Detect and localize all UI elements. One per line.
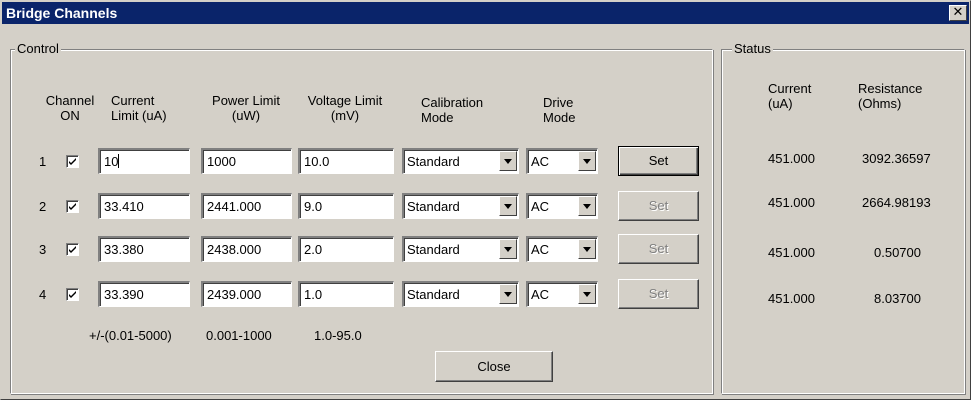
- status-header-resistance: Resistance (Ohms): [858, 81, 923, 111]
- power-limit-input[interactable]: 2439.000: [201, 281, 292, 307]
- header-drive-mode: Drive Mode: [543, 95, 576, 125]
- voltage-limit-input[interactable]: 1.0: [298, 281, 394, 307]
- checkmark-icon: [69, 246, 76, 253]
- voltage-range-hint: 1.0-95.0: [314, 328, 362, 343]
- set-button[interactable]: Set: [618, 146, 699, 176]
- status-current-value: 451.000: [768, 245, 815, 260]
- chevron-down-icon: [504, 159, 512, 164]
- current-range-hint: +/-(0.01-5000): [89, 328, 172, 343]
- calibration-mode-value: Standard: [407, 154, 460, 169]
- chevron-down-icon: [583, 204, 591, 209]
- status-resistance-value: 8.03700: [874, 291, 921, 306]
- power-limit-input[interactable]: 1000: [201, 148, 292, 174]
- current-limit-input[interactable]: 33.410: [98, 193, 190, 219]
- header-channel-on: Channel ON: [45, 93, 95, 123]
- channel-on-checkbox[interactable]: [66, 155, 79, 168]
- calibration-mode-value: Standard: [407, 287, 460, 302]
- header-voltage-limit: Voltage Limit (mV): [307, 93, 383, 123]
- drive-mode-value: AC: [531, 154, 550, 169]
- header-power-limit: Power Limit (uW): [212, 93, 280, 123]
- control-group-label: Control: [15, 41, 61, 56]
- close-icon: ✕: [952, 5, 964, 20]
- title-bar[interactable]: Bridge Channels ✕: [2, 2, 969, 24]
- status-header-current: Current (uA): [768, 81, 812, 111]
- voltage-limit-input[interactable]: 9.0: [298, 193, 394, 219]
- checkmark-icon: [69, 203, 76, 210]
- set-button[interactable]: Set: [618, 234, 699, 264]
- power-range-hint: 0.001-1000: [206, 328, 272, 343]
- chevron-down-icon: [583, 159, 591, 164]
- text-cursor: [118, 154, 120, 168]
- chevron-down-icon: [504, 247, 512, 252]
- close-window-button[interactable]: ✕: [949, 5, 967, 21]
- channel-number: 1: [39, 154, 47, 169]
- drive-mode-value: AC: [531, 287, 550, 302]
- calibration-mode-select[interactable]: Standard: [402, 193, 519, 219]
- power-limit-input[interactable]: 2441.000: [201, 193, 292, 219]
- status-current-value: 451.000: [768, 291, 815, 306]
- header-calibration-mode: Calibration Mode: [421, 95, 484, 125]
- drive-mode-select[interactable]: AC: [526, 281, 598, 307]
- current-limit-input[interactable]: 33.380: [98, 236, 190, 262]
- drive-mode-select[interactable]: AC: [526, 193, 598, 219]
- dropdown-button[interactable]: [499, 284, 517, 304]
- voltage-limit-input[interactable]: 2.0: [298, 236, 394, 262]
- dropdown-button[interactable]: [499, 196, 517, 216]
- channel-number: 2: [39, 199, 47, 214]
- status-group: Status: [721, 41, 965, 394]
- calibration-mode-select[interactable]: Standard: [402, 236, 519, 262]
- drive-mode-select[interactable]: AC: [526, 148, 598, 174]
- dropdown-button[interactable]: [578, 151, 596, 171]
- drive-mode-select[interactable]: AC: [526, 236, 598, 262]
- checkmark-icon: [69, 158, 76, 165]
- current-limit-input[interactable]: 10: [98, 148, 190, 174]
- calibration-mode-value: Standard: [407, 199, 460, 214]
- drive-mode-value: AC: [531, 199, 550, 214]
- window-title: Bridge Channels: [6, 5, 118, 21]
- status-resistance-value: 3092.36597: [862, 151, 931, 166]
- dropdown-button[interactable]: [578, 239, 596, 259]
- dropdown-button[interactable]: [578, 284, 596, 304]
- drive-mode-value: AC: [531, 242, 550, 257]
- chevron-down-icon: [583, 292, 591, 297]
- chevron-down-icon: [504, 292, 512, 297]
- calibration-mode-value: Standard: [407, 242, 460, 257]
- close-button[interactable]: Close: [435, 351, 553, 382]
- channel-number: 3: [39, 242, 47, 257]
- calibration-mode-select[interactable]: Standard: [402, 281, 519, 307]
- status-current-value: 451.000: [768, 151, 815, 166]
- dropdown-button[interactable]: [578, 196, 596, 216]
- status-resistance-value: 0.50700: [874, 245, 921, 260]
- channel-on-checkbox[interactable]: [66, 288, 79, 301]
- header-current-limit: Current Limit (uA): [111, 93, 167, 123]
- set-button[interactable]: Set: [618, 191, 699, 221]
- voltage-limit-input[interactable]: 10.0: [298, 148, 394, 174]
- power-limit-input[interactable]: 2438.000: [201, 236, 292, 262]
- channel-number: 4: [39, 287, 47, 302]
- status-group-label: Status: [732, 41, 773, 56]
- chevron-down-icon: [583, 247, 591, 252]
- set-button[interactable]: Set: [618, 279, 699, 309]
- chevron-down-icon: [504, 204, 512, 209]
- checkmark-icon: [69, 291, 76, 298]
- dropdown-button[interactable]: [499, 239, 517, 259]
- bridge-channels-dialog: Bridge Channels ✕ Control Channel ON Cur…: [0, 0, 971, 400]
- status-current-value: 451.000: [768, 195, 815, 210]
- calibration-mode-select[interactable]: Standard: [402, 148, 519, 174]
- channel-on-checkbox[interactable]: [66, 243, 79, 256]
- current-limit-input[interactable]: 33.390: [98, 281, 190, 307]
- status-resistance-value: 2664.98193: [862, 195, 931, 210]
- dropdown-button[interactable]: [499, 151, 517, 171]
- channel-on-checkbox[interactable]: [66, 200, 79, 213]
